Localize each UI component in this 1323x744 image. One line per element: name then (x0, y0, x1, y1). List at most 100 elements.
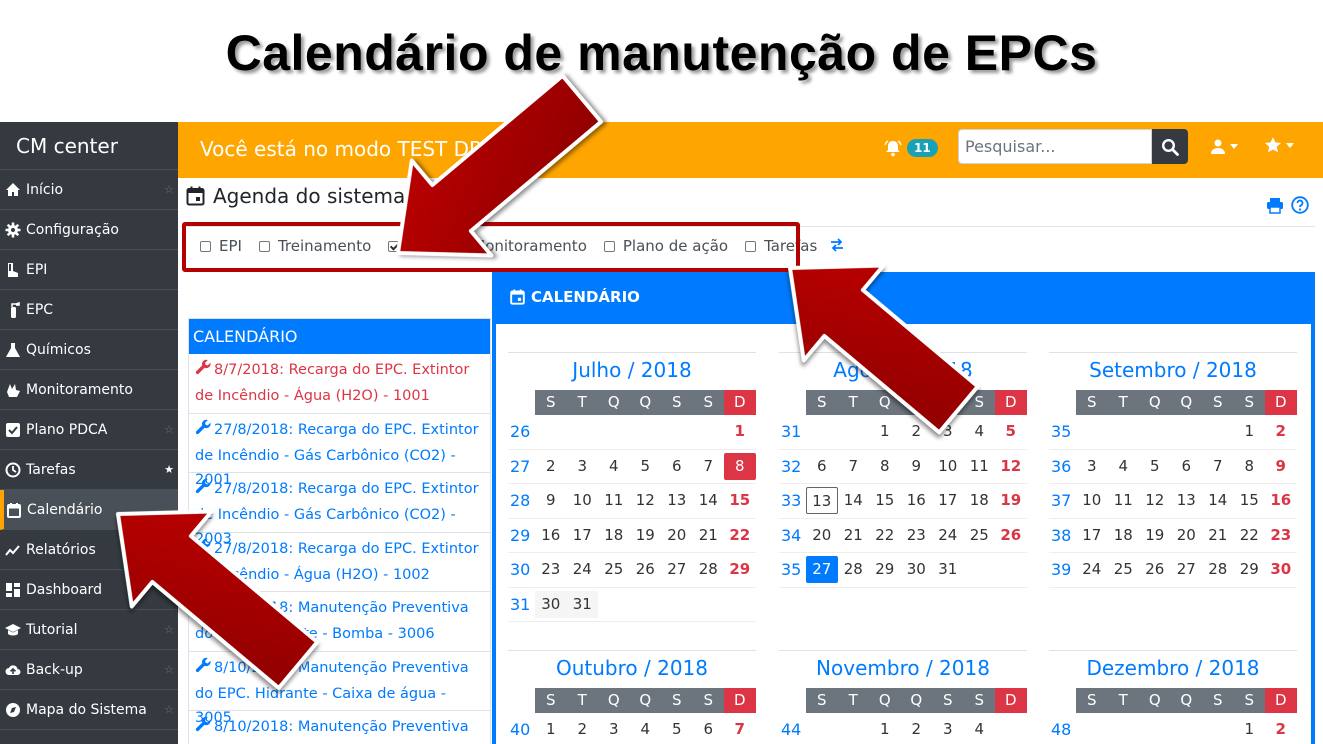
sidebar-item-epc[interactable]: EPC (0, 290, 178, 330)
notification-badge[interactable]: 11 (907, 139, 938, 157)
day-cell[interactable]: 20 (661, 522, 693, 549)
bell-icon[interactable] (884, 139, 902, 161)
day-cell[interactable]: 3 (932, 716, 964, 743)
day-cell[interactable]: 5 (1139, 453, 1171, 480)
day-cell[interactable]: 2 (535, 453, 567, 480)
sidebar-item-epi[interactable]: EPI (0, 250, 178, 290)
day-cell[interactable]: 11 (964, 453, 996, 480)
event-list-item[interactable]: 8/10/2018: Manutenção Preventiva do EPC.… (189, 592, 490, 652)
day-cell[interactable]: 3 (598, 716, 630, 743)
day-cell[interactable]: 10 (567, 487, 599, 514)
sidebar-item-calendário[interactable]: Calendário (0, 490, 178, 530)
day-cell[interactable]: 2 (1265, 716, 1297, 743)
day-cell[interactable]: 25 (1108, 556, 1140, 583)
day-cell[interactable]: 6 (1171, 453, 1203, 480)
day-cell[interactable]: 5 (630, 453, 662, 480)
day-cell[interactable]: 12 (995, 453, 1027, 480)
favorite-star-icon[interactable]: ☆ (164, 663, 174, 676)
day-cell[interactable]: 2 (567, 716, 599, 743)
day-cell[interactable]: 6 (806, 453, 838, 480)
day-cell[interactable]: 15 (869, 487, 901, 514)
day-cell[interactable]: 24 (932, 522, 964, 549)
month-title[interactable]: Julho / 2018 (508, 352, 756, 390)
month-title[interactable]: Agosto / 2018 (779, 352, 1027, 390)
day-cell[interactable]: 11 (1108, 487, 1140, 514)
day-cell[interactable]: 30 (535, 590, 567, 618)
day-cell[interactable]: 21 (1202, 522, 1234, 549)
day-cell[interactable]: 3 (932, 418, 964, 445)
day-cell[interactable]: 23 (1265, 522, 1297, 549)
day-cell[interactable]: 19 (1139, 522, 1171, 549)
day-cell[interactable]: 9 (1265, 453, 1297, 480)
event-list-item[interactable]: 27/8/2018: Recarga do EPC. Extintor de I… (189, 414, 490, 488)
day-cell[interactable]: 14 (693, 487, 725, 514)
day-cell[interactable]: 31 (932, 556, 964, 583)
sidebar-item-configuração[interactable]: Configuração (0, 210, 178, 250)
event-list-item[interactable]: 8/10/2018: Manutenção Preventiva do EPC.… (189, 652, 490, 726)
day-cell[interactable]: 4 (964, 716, 996, 743)
day-cell[interactable]: 29 (1234, 556, 1266, 583)
day-cell[interactable]: 1 (535, 716, 567, 743)
sidebar-item-mapa-do-sistema[interactable]: Mapa do Sistema ☆ (0, 690, 178, 730)
day-cell[interactable]: 12 (630, 487, 662, 514)
day-cell[interactable]: 26 (1139, 556, 1171, 583)
day-cell[interactable]: 8 (1234, 453, 1266, 480)
day-cell[interactable]: 8 (724, 452, 756, 480)
day-cell[interactable]: 15 (724, 487, 756, 514)
day-cell[interactable]: 17 (932, 487, 964, 514)
day-cell[interactable]: 7 (724, 716, 756, 743)
day-cell[interactable]: 1 (869, 716, 901, 743)
brand-logo[interactable]: CM center (0, 122, 178, 170)
day-cell[interactable]: 27 (661, 556, 693, 583)
swap-icon[interactable] (829, 238, 845, 256)
day-cell[interactable]: 14 (838, 487, 870, 514)
day-cell[interactable]: 21 (693, 522, 725, 549)
day-cell[interactable]: 11 (598, 487, 630, 514)
day-cell[interactable]: 4 (598, 453, 630, 480)
day-cell[interactable]: 2 (1265, 418, 1297, 445)
day-cell[interactable]: 30 (901, 556, 933, 583)
day-cell[interactable]: 24 (1076, 556, 1108, 583)
day-cell[interactable]: 1 (869, 418, 901, 445)
sidebar-item-tutorial[interactable]: Tutorial ☆ (0, 610, 178, 650)
day-cell[interactable]: 17 (567, 522, 599, 549)
day-cell[interactable]: 18 (1108, 522, 1140, 549)
month-title[interactable]: Novembro / 2018 (779, 650, 1027, 688)
day-cell[interactable]: 28 (693, 556, 725, 583)
day-cell[interactable]: 12 (1139, 487, 1171, 514)
day-cell[interactable]: 4 (964, 418, 996, 445)
day-cell[interactable]: 17 (1076, 522, 1108, 549)
month-title[interactable]: Setembro / 2018 (1049, 352, 1297, 390)
day-cell[interactable]: 26 (995, 522, 1027, 549)
event-list-item[interactable]: 8/10/2018: Manutenção Preventiva do EPC.… (189, 711, 490, 744)
day-cell[interactable]: 7 (838, 453, 870, 480)
day-cell[interactable]: 26 (630, 556, 662, 583)
sidebar-item-químicos[interactable]: Químicos (0, 330, 178, 370)
favorite-star-icon[interactable]: ☆ (164, 623, 174, 636)
sidebar-item-monitoramento[interactable]: Monitoramento (0, 370, 178, 410)
day-cell[interactable]: 16 (535, 522, 567, 549)
sidebar-item-tarefas[interactable]: Tarefas ★ (0, 450, 178, 490)
day-cell[interactable]: 15 (1234, 487, 1266, 514)
user-menu[interactable] (1210, 138, 1238, 154)
day-cell[interactable]: 16 (901, 487, 933, 514)
day-cell[interactable]: 18 (598, 522, 630, 549)
day-cell[interactable]: 6 (693, 716, 725, 743)
day-cell[interactable]: 1 (1234, 716, 1266, 743)
day-cell[interactable]: 22 (724, 522, 756, 549)
day-cell[interactable]: 4 (1108, 453, 1140, 480)
day-cell[interactable]: 20 (806, 522, 838, 549)
day-cell[interactable]: 23 (535, 556, 567, 583)
sidebar-item-início[interactable]: Início ☆ (0, 170, 178, 210)
day-cell[interactable]: 24 (567, 556, 599, 583)
day-cell[interactable]: 22 (1234, 522, 1266, 549)
day-cell[interactable]: 18 (964, 487, 996, 514)
day-cell[interactable]: 4 (630, 716, 662, 743)
sidebar-item-relatórios[interactable]: Relatórios (0, 530, 178, 570)
favorites-menu[interactable] (1264, 136, 1294, 154)
day-cell[interactable]: 27 (1171, 556, 1203, 583)
day-cell[interactable]: 14 (1202, 487, 1234, 514)
sidebar-item-plano-pdca[interactable]: Plano PDCA ☆ (0, 410, 178, 450)
day-cell[interactable]: 31 (566, 590, 598, 618)
day-cell[interactable]: 27 (806, 556, 838, 584)
